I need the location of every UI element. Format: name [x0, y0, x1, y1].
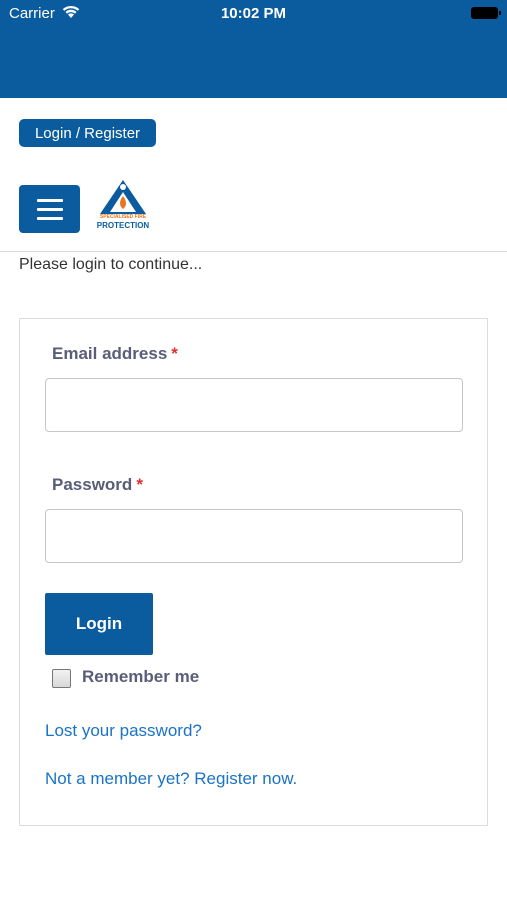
email-label: Email address *: [52, 344, 178, 364]
password-field[interactable]: [45, 509, 463, 563]
header-divider: [0, 251, 507, 252]
required-marker: *: [171, 344, 178, 363]
app-header-band: Carrier 10:02 PM: [0, 0, 507, 98]
hamburger-menu-icon[interactable]: [19, 185, 80, 233]
menu-bar-line: [36, 198, 63, 202]
menu-bar-line: [36, 216, 63, 220]
login-button[interactable]: Login: [45, 593, 153, 655]
login-form: Email address * Password * Login Remember …: [19, 318, 488, 826]
register-link[interactable]: Not a member yet? Register now.: [45, 769, 297, 789]
lost-password-link[interactable]: Lost your password?: [45, 721, 202, 741]
email-field[interactable]: [45, 378, 463, 432]
logo-text-line1: SPECIALISED FIRE: [99, 214, 147, 220]
menu-bar-line: [36, 207, 63, 211]
status-bar: Carrier 10:02 PM: [0, 0, 507, 28]
battery-icon: [471, 7, 501, 19]
password-label-text: Password: [52, 475, 133, 494]
login-prompt: Please login to continue...: [19, 256, 203, 273]
logo-text-line2: PROTECTION: [96, 221, 150, 230]
status-time: 10:02 PM: [220, 5, 287, 22]
logo-triangle-icon: [100, 180, 146, 214]
required-marker: *: [136, 475, 143, 494]
remember-me-label[interactable]: Remember me: [82, 667, 199, 687]
email-label-text: Email address: [52, 344, 168, 363]
login-register-button[interactable]: Login / Register: [19, 119, 156, 147]
remember-me-checkbox[interactable]: [52, 669, 71, 688]
company-logo[interactable]: SPECIALISED FIRE PROTECTION: [96, 178, 150, 232]
password-label: Password *: [52, 475, 143, 495]
